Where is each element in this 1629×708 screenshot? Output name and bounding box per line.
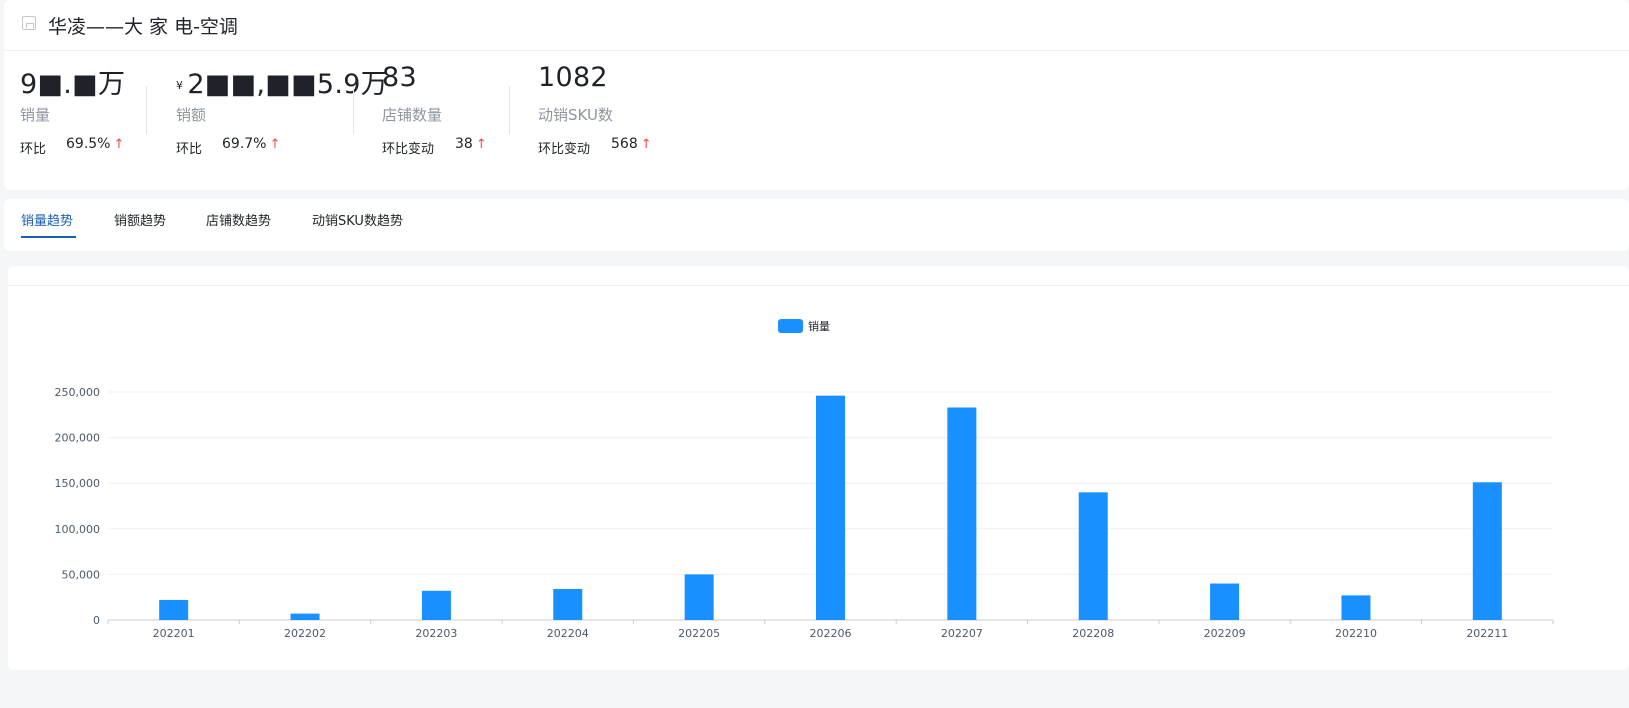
x-tick-label: 202201 — [153, 627, 195, 640]
stat-label: 销量 — [20, 106, 51, 124]
bar[interactable] — [684, 574, 714, 620]
y-tick-label: 0 — [93, 614, 100, 627]
trend-tabs: 销量趋势 销额趋势 店铺数趋势 动销SKU数趋势 — [4, 199, 1629, 251]
tab-active-sku-trend[interactable]: 动销SKU数趋势 — [312, 210, 403, 229]
stat-sales-volume: 9■.■万 销量 环比 69.5% ↑ — [20, 58, 140, 178]
up-arrow-icon: ↑ — [640, 137, 652, 152]
x-tick-label: 202207 — [941, 627, 983, 640]
stat-active-sku: 1082 动销SKU数 环比变动 568 ↑ — [538, 58, 698, 178]
category-icon — [22, 16, 36, 30]
up-arrow-icon: ↑ — [113, 137, 125, 152]
tab-store-count-trend[interactable]: 店铺数趋势 — [206, 210, 271, 229]
title-row: 华凌——大 家 电-空调 — [4, 0, 1629, 51]
x-tick-label: 202206 — [810, 627, 852, 640]
stat-divider — [353, 86, 354, 134]
stat-change-label: 环比变动 — [538, 142, 591, 157]
stat-value: 83 — [382, 62, 417, 93]
stat-value: 9■.■万 — [20, 69, 126, 100]
stat-change-label: 环比 — [20, 142, 47, 157]
page-title: 华凌——大 家 电-空调 — [48, 16, 238, 38]
y-tick-label: 200,000 — [55, 432, 101, 445]
bar[interactable] — [1472, 482, 1502, 620]
chart-card: 0 50,000 100,000 150,000 200,000 250,000 20220… — [8, 266, 1629, 670]
stat-divider — [509, 86, 510, 134]
up-arrow-icon: ↑ — [475, 137, 487, 152]
x-tick-label: 202205 — [678, 627, 720, 640]
y-tick-label: 250,000 — [55, 386, 101, 399]
legend-swatch[interactable] — [778, 319, 803, 333]
stat-divider — [146, 86, 147, 134]
x-tick-label: 202204 — [547, 627, 589, 640]
bar[interactable] — [553, 588, 583, 620]
x-tick-label: 202203 — [415, 627, 457, 640]
stat-value: 1082 — [538, 62, 608, 93]
stat-change: 38 ↑ — [455, 136, 487, 152]
currency-symbol: ¥ — [176, 79, 184, 92]
x-tick-label: 202210 — [1335, 627, 1377, 640]
tab-sales-volume-trend[interactable]: 销量趋势 — [21, 210, 73, 229]
bar[interactable] — [1078, 492, 1108, 620]
stat-change: 69.7% ↑ — [222, 136, 281, 152]
bar[interactable] — [159, 599, 189, 620]
stat-store-count: 83 店铺数量 环比变动 38 ↑ — [382, 58, 512, 178]
summary-card: 华凌——大 家 电-空调 9■.■万 销量 环比 69.5% ↑ ¥2■■,■■5… — [4, 0, 1629, 190]
bar[interactable] — [290, 613, 320, 620]
x-tick-label: 202209 — [1204, 627, 1246, 640]
stat-label: 店铺数量 — [382, 106, 443, 124]
bar[interactable] — [947, 407, 977, 620]
stat-sales-amount: ¥2■■,■■5.9万 销额 环比 69.7% ↑ — [176, 58, 388, 178]
stat-change: 568 ↑ — [611, 136, 652, 152]
bar[interactable] — [1210, 583, 1240, 620]
y-tick-label: 100,000 — [55, 523, 101, 536]
stat-change: 69.5% ↑ — [66, 136, 125, 152]
active-tab-indicator — [21, 236, 76, 238]
stat-change-label: 环比变动 — [382, 142, 435, 157]
y-tick-label: 150,000 — [55, 477, 101, 490]
stat-change-label: 环比 — [176, 142, 203, 157]
bar-chart: 0 50,000 100,000 150,000 200,000 250,000 20220… — [55, 319, 1554, 640]
x-tick-label: 202211 — [1466, 627, 1508, 640]
stat-value: ¥2■■,■■5.9万 — [176, 69, 389, 100]
bar[interactable] — [421, 590, 451, 620]
up-arrow-icon: ↑ — [269, 137, 281, 152]
x-tick-label: 202208 — [1072, 627, 1114, 640]
stat-label: 动销SKU数 — [538, 106, 613, 124]
stat-label: 销额 — [176, 106, 207, 124]
tab-sales-amount-trend[interactable]: 销额趋势 — [114, 210, 166, 229]
y-tick-label: 50,000 — [62, 568, 101, 581]
legend-label[interactable]: 销量 — [808, 319, 830, 333]
x-tick-label: 202202 — [284, 627, 326, 640]
bar[interactable] — [816, 395, 845, 620]
bar[interactable] — [1341, 595, 1371, 620]
